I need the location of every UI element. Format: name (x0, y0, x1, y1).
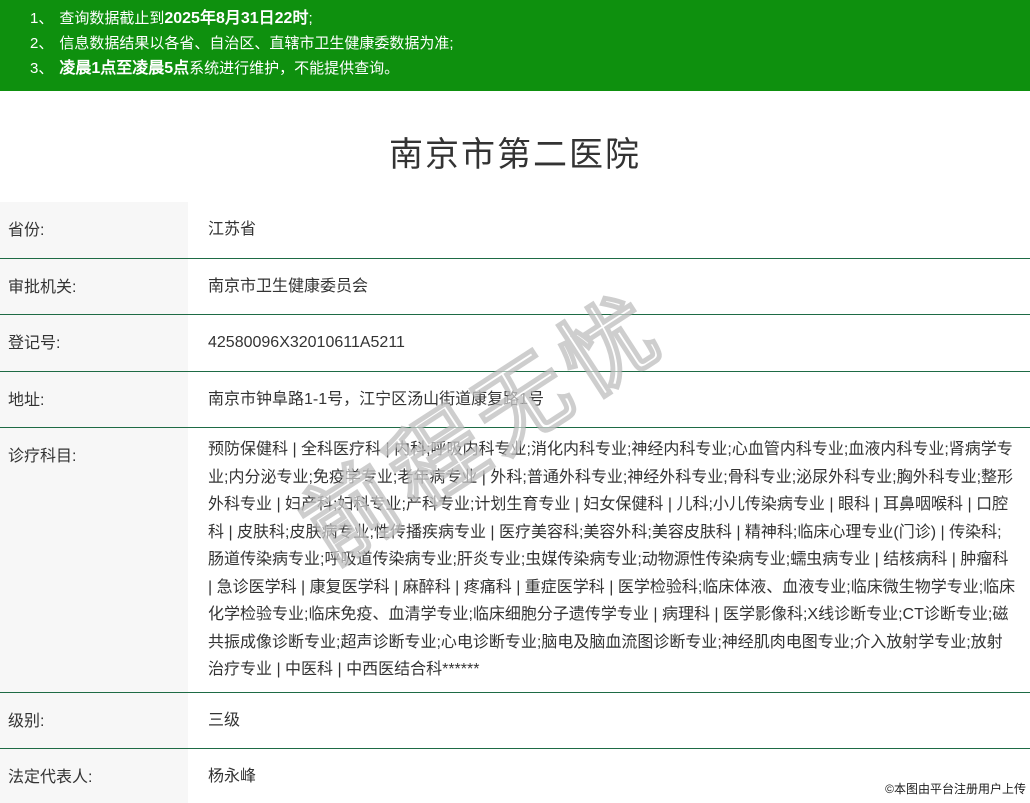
row-label: 法定代表人: (0, 749, 188, 803)
row-label: 审批机关: (0, 259, 188, 315)
notice-number: 3、 (30, 60, 53, 77)
row-value: 南京市钟阜路1-1号，江宁区汤山街道康复路1号 (188, 372, 1030, 428)
notice-line-2: 2、信息数据结果以各省、自治区、直辖市卫生健康委数据为准; (30, 31, 1020, 56)
row-value: 南京市卫生健康委员会 (188, 259, 1030, 315)
table-row-medical-subjects: 诊疗科目: 预防保健科 | 全科医疗科 | 内科;呼吸内科专业;消化内科专业;神… (0, 428, 1030, 693)
table-row-level: 级别: 三级 (0, 693, 1030, 750)
photo-copyright-note: ©本图由平台注册用户上传 (885, 780, 1026, 797)
hospital-info-table: 省份: 江苏省 审批机关: 南京市卫生健康委员会 登记号: 42580096X3… (0, 202, 1030, 803)
table-row-address: 地址: 南京市钟阜路1-1号，江宁区汤山街道康复路1号 (0, 372, 1030, 429)
notice-line-1: 1、查询数据截止到2025年8月31日22时; (30, 6, 1020, 31)
notice-text: 信息数据结果以各省、自治区、直辖市卫生健康委数据为准; (59, 35, 453, 52)
table-row-approval-authority: 审批机关: 南京市卫生健康委员会 (0, 259, 1030, 316)
notice-number: 2、 (30, 35, 53, 52)
page-title: 南京市第二医院 (0, 127, 1030, 176)
row-label: 省份: (0, 202, 188, 258)
row-value: 江苏省 (188, 202, 1030, 258)
row-label: 诊疗科目: (0, 428, 188, 692)
notice-number: 1、 (30, 10, 53, 27)
notice-bold-text: 2025年8月31日22时 (164, 10, 308, 27)
row-value: 三级 (188, 693, 1030, 749)
notice-header: 1、查询数据截止到2025年8月31日22时; 2、信息数据结果以各省、自治区、… (0, 0, 1030, 91)
row-label: 级别: (0, 693, 188, 749)
table-row-registration-number: 登记号: 42580096X32010611A5211 (0, 315, 1030, 372)
notice-text: 系统进行维护，不能提供查询。 (189, 60, 399, 77)
row-label: 登记号: (0, 315, 188, 371)
table-row-province: 省份: 江苏省 (0, 202, 1030, 259)
table-row-legal-representative: 法定代表人: 杨永峰 (0, 749, 1030, 803)
row-value: 42580096X32010611A5211 (188, 315, 1030, 371)
notice-text: ; (308, 10, 312, 27)
notice-text: 查询数据截止到 (59, 10, 164, 27)
notice-line-3: 3、凌晨1点至凌晨5点系统进行维护，不能提供查询。 (30, 56, 1020, 81)
row-label: 地址: (0, 372, 188, 428)
notice-bold-text: 凌晨1点至凌晨5点 (59, 60, 189, 77)
row-value: 预防保健科 | 全科医疗科 | 内科;呼吸内科专业;消化内科专业;神经内科专业;… (188, 428, 1030, 692)
